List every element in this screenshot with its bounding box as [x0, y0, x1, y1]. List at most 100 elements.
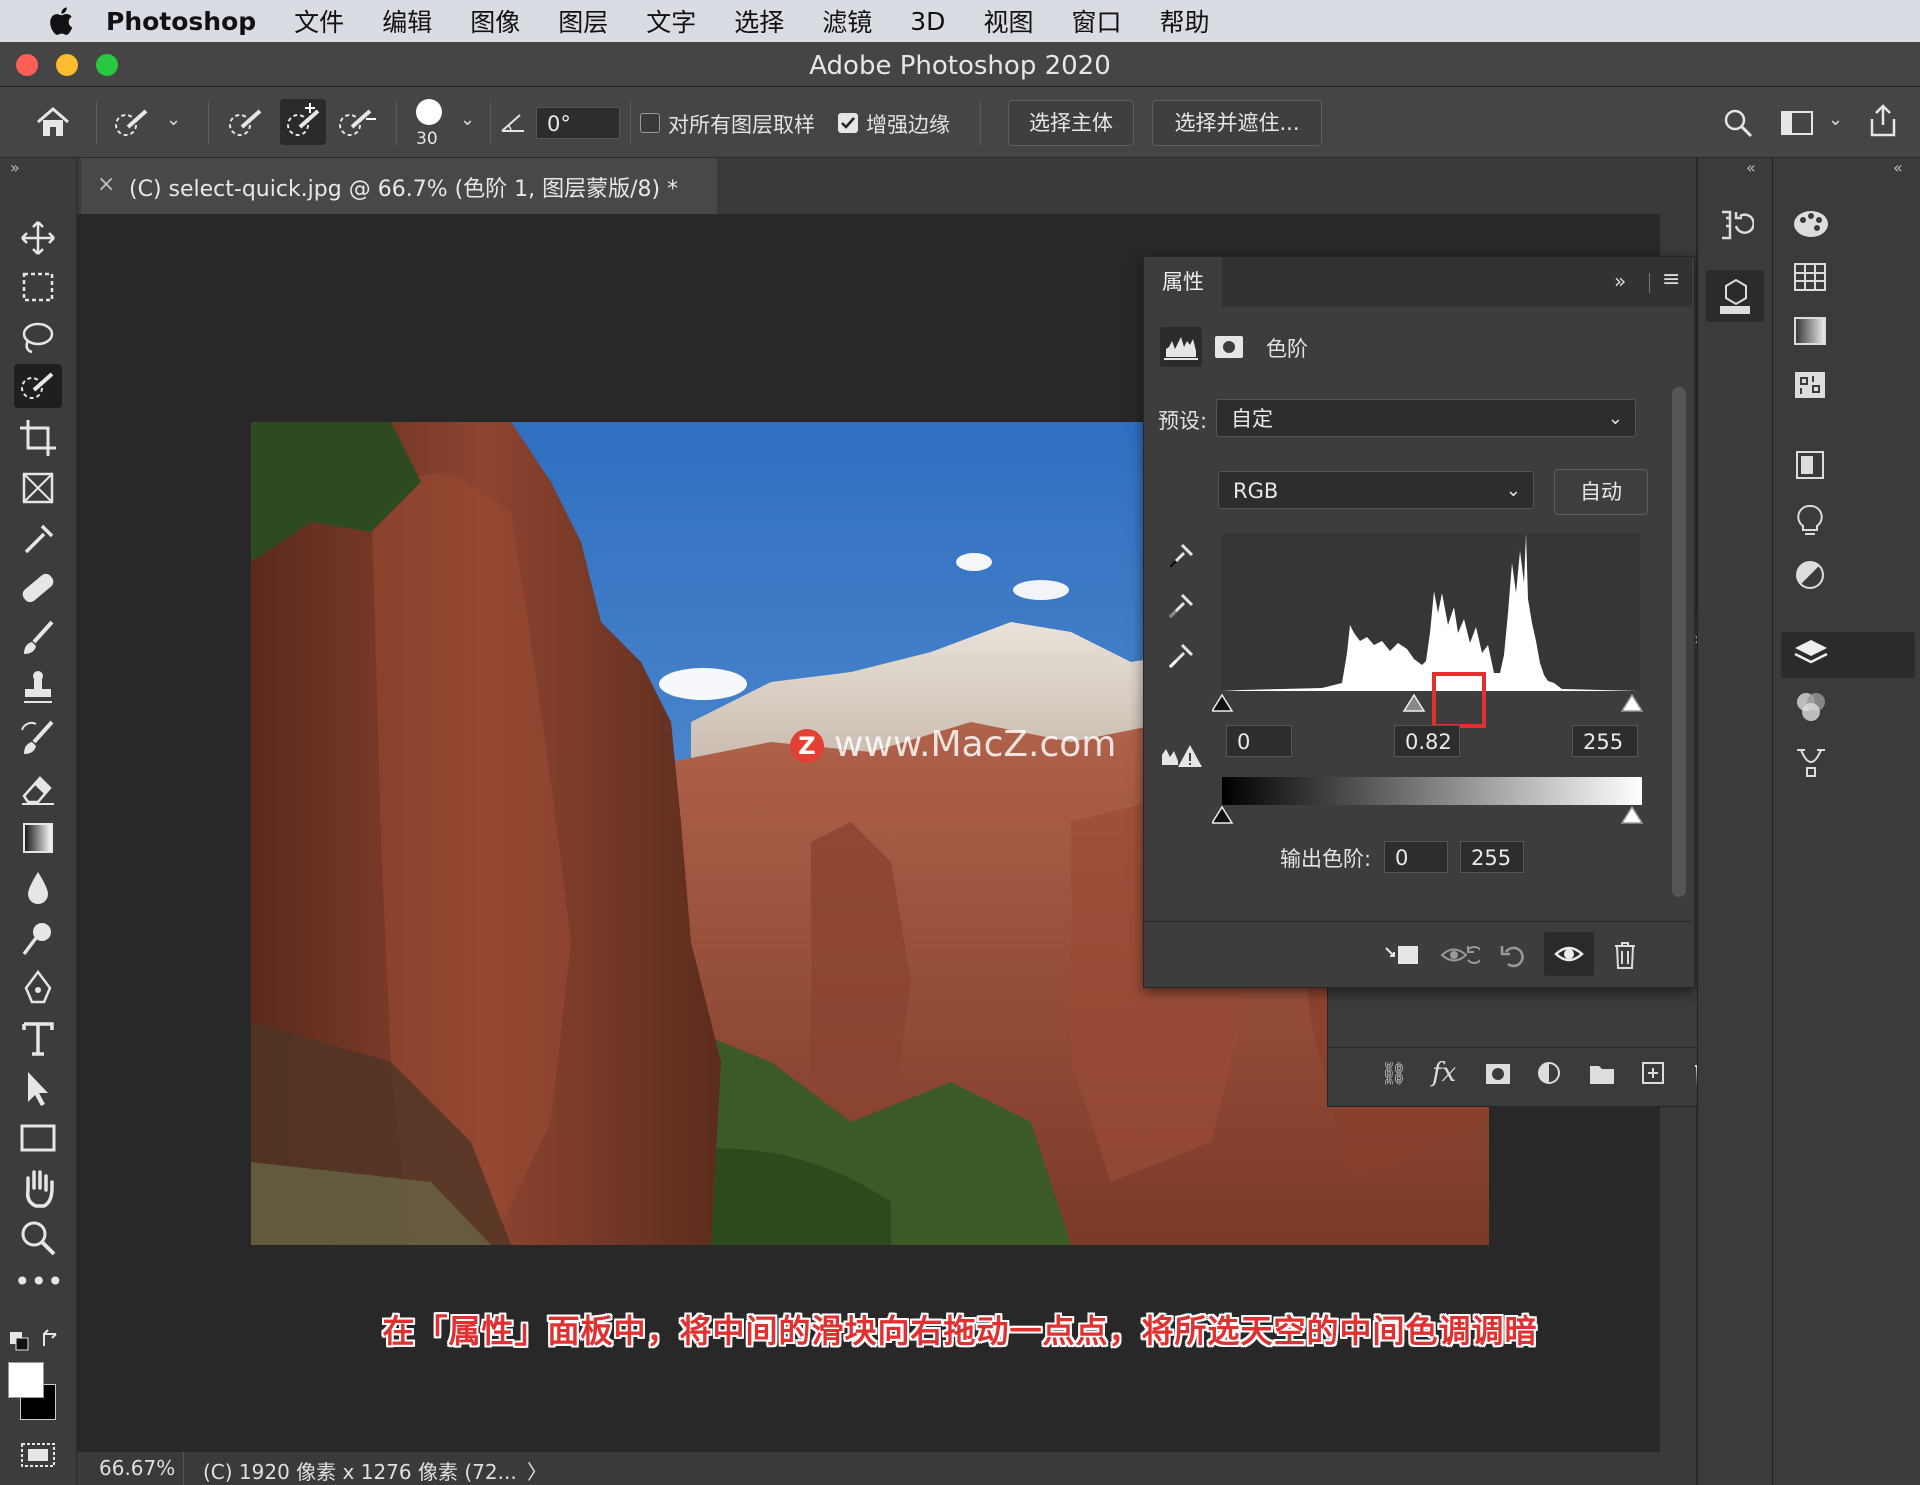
fx-icon[interactable]: fx — [1432, 1058, 1456, 1088]
paths-panel-icon[interactable] — [1793, 744, 1829, 778]
status-menu-arrow-icon[interactable]: 〉 — [527, 1456, 547, 1485]
levels-adjustment-icon[interactable] — [1160, 327, 1202, 367]
menu-window[interactable]: 窗口 — [1071, 3, 1121, 39]
input-white-field[interactable]: 255 — [1572, 725, 1638, 757]
menu-image[interactable]: 图像 — [470, 3, 520, 39]
eyedropper-tool-icon[interactable] — [14, 516, 62, 560]
quick-selection-preset-icon[interactable] — [112, 105, 152, 141]
blur-tool-icon[interactable] — [14, 866, 62, 910]
rectangle-tool-icon[interactable] — [14, 1116, 62, 1160]
output-white-field[interactable]: 255 — [1460, 841, 1524, 873]
gradients-panel-icon[interactable] — [1793, 316, 1827, 346]
auto-button[interactable]: 自动 — [1554, 469, 1648, 515]
menu-edit[interactable]: 编辑 — [382, 3, 432, 39]
history-panel-icon[interactable] — [1716, 206, 1754, 244]
healing-brush-tool-icon[interactable] — [14, 566, 62, 610]
clone-stamp-tool-icon[interactable] — [14, 666, 62, 710]
add-mask-icon[interactable] — [1484, 1062, 1512, 1086]
select-and-mask-button[interactable]: 选择并遮住... — [1152, 100, 1322, 146]
reset-icon[interactable] — [1498, 940, 1528, 970]
eraser-tool-icon[interactable] — [14, 766, 62, 810]
angle-input[interactable]: 0° — [536, 107, 620, 139]
crop-tool-icon[interactable] — [14, 416, 62, 460]
sample-all-layers-checkbox[interactable] — [640, 113, 660, 133]
workspace-chevron-icon[interactable]: ⌄ — [1828, 109, 1843, 130]
brush-preview-icon[interactable] — [416, 99, 442, 125]
patterns-panel-icon[interactable] — [1793, 370, 1827, 400]
mask-icon[interactable] — [1214, 335, 1244, 359]
properties-tab[interactable]: 属性 — [1144, 257, 1222, 307]
libraries-panel-button[interactable] — [1706, 270, 1764, 322]
color-panel-icon[interactable] — [1791, 206, 1831, 242]
black-point-eyedropper-icon[interactable] — [1164, 537, 1196, 571]
output-black-field[interactable]: 0 — [1384, 841, 1448, 873]
menu-type[interactable]: 文字 — [646, 3, 696, 39]
zoom-level[interactable]: 66.67% — [99, 1456, 175, 1480]
clip-to-layer-icon[interactable] — [1384, 942, 1420, 968]
home-icon[interactable] — [34, 105, 72, 139]
hand-tool-icon[interactable] — [14, 1166, 62, 1210]
properties-panel-icon[interactable] — [1793, 448, 1827, 482]
marquee-tool-icon[interactable] — [14, 266, 62, 310]
menu-file[interactable]: 文件 — [294, 3, 344, 39]
layers-panel-button[interactable] — [1781, 632, 1915, 678]
chevron-down-icon[interactable]: ⌄ — [166, 109, 181, 130]
dodge-tool-icon[interactable] — [14, 916, 62, 960]
app-menu[interactable]: Photoshop — [106, 7, 256, 36]
menu-view[interactable]: 视图 — [983, 3, 1033, 39]
screen-mode-icon[interactable] — [18, 1438, 58, 1472]
menu-3d[interactable]: 3D — [910, 7, 945, 36]
brush-tool-icon[interactable] — [14, 616, 62, 660]
delete-adjustment-icon[interactable] — [1612, 940, 1638, 970]
type-tool-icon[interactable] — [14, 1016, 62, 1060]
subtract-from-selection-icon[interactable] — [336, 105, 378, 141]
link-layers-icon[interactable]: ⛓ — [1380, 1062, 1408, 1087]
menu-filter[interactable]: 滤镜 — [822, 3, 872, 39]
input-levels-slider[interactable] — [1212, 693, 1648, 715]
move-tool-icon[interactable] — [14, 216, 62, 260]
workspace-icon[interactable] — [1780, 109, 1814, 137]
expand-panel-icon[interactable]: » — [10, 158, 20, 177]
folder-icon[interactable] — [1588, 1062, 1616, 1086]
panel-menu-icon[interactable]: ≡ — [1662, 267, 1680, 292]
select-subject-button[interactable]: 选择主体 — [1008, 100, 1134, 146]
learn-panel-icon[interactable] — [1793, 502, 1827, 540]
enhance-edge-checkbox[interactable] — [838, 113, 858, 133]
input-gamma-field[interactable]: 0.82 — [1394, 725, 1460, 757]
new-selection-icon[interactable] — [226, 105, 266, 141]
toggle-visibility-button[interactable] — [1544, 932, 1594, 976]
gray-point-eyedropper-icon[interactable] — [1164, 587, 1196, 621]
pen-tool-icon[interactable] — [14, 966, 62, 1010]
lasso-tool-icon[interactable] — [14, 316, 62, 360]
white-point-eyedropper-icon[interactable] — [1164, 637, 1196, 671]
clipping-warning-icon[interactable] — [1160, 741, 1204, 769]
channel-dropdown[interactable]: RGB ⌄ — [1218, 471, 1534, 509]
channels-panel-icon[interactable] — [1793, 690, 1829, 724]
gradient-tool-icon[interactable] — [14, 816, 62, 860]
input-black-field[interactable]: 0 — [1226, 725, 1292, 757]
apple-icon[interactable] — [40, 5, 80, 37]
view-previous-state-icon[interactable] — [1440, 942, 1480, 968]
output-levels-slider[interactable] — [1212, 805, 1648, 827]
quick-selection-tool[interactable] — [14, 364, 62, 408]
search-icon[interactable] — [1722, 107, 1754, 139]
collapse-dock2-icon[interactable]: « — [1893, 158, 1903, 177]
close-tab-icon[interactable]: × — [97, 172, 115, 197]
path-selection-tool-icon[interactable] — [14, 1066, 62, 1110]
collapse-dock-icon[interactable]: « — [1746, 158, 1756, 177]
adjustments-panel-icon[interactable] — [1793, 558, 1827, 592]
brush-dropdown-chevron-icon[interactable]: ⌄ — [460, 109, 475, 130]
collapse-panel-icon[interactable]: » — [1614, 269, 1626, 293]
menu-layer[interactable]: 图层 — [558, 3, 608, 39]
menu-help[interactable]: 帮助 — [1159, 3, 1209, 39]
share-icon[interactable] — [1866, 103, 1900, 139]
zoom-tool-icon[interactable] — [14, 1216, 62, 1260]
add-to-selection-button[interactable] — [280, 99, 326, 145]
properties-scrollbar[interactable] — [1672, 387, 1686, 897]
document-tab[interactable]: × (C) select-quick.jpg @ 66.7% (色阶 1, 图层… — [81, 158, 717, 214]
preset-dropdown[interactable]: 自定 ⌄ — [1216, 399, 1636, 437]
new-layer-icon[interactable] — [1640, 1060, 1666, 1086]
foreground-color-swatch[interactable] — [8, 1362, 44, 1398]
swatches-panel-icon[interactable] — [1793, 262, 1827, 292]
adjustment-layer-icon[interactable] — [1536, 1060, 1564, 1088]
